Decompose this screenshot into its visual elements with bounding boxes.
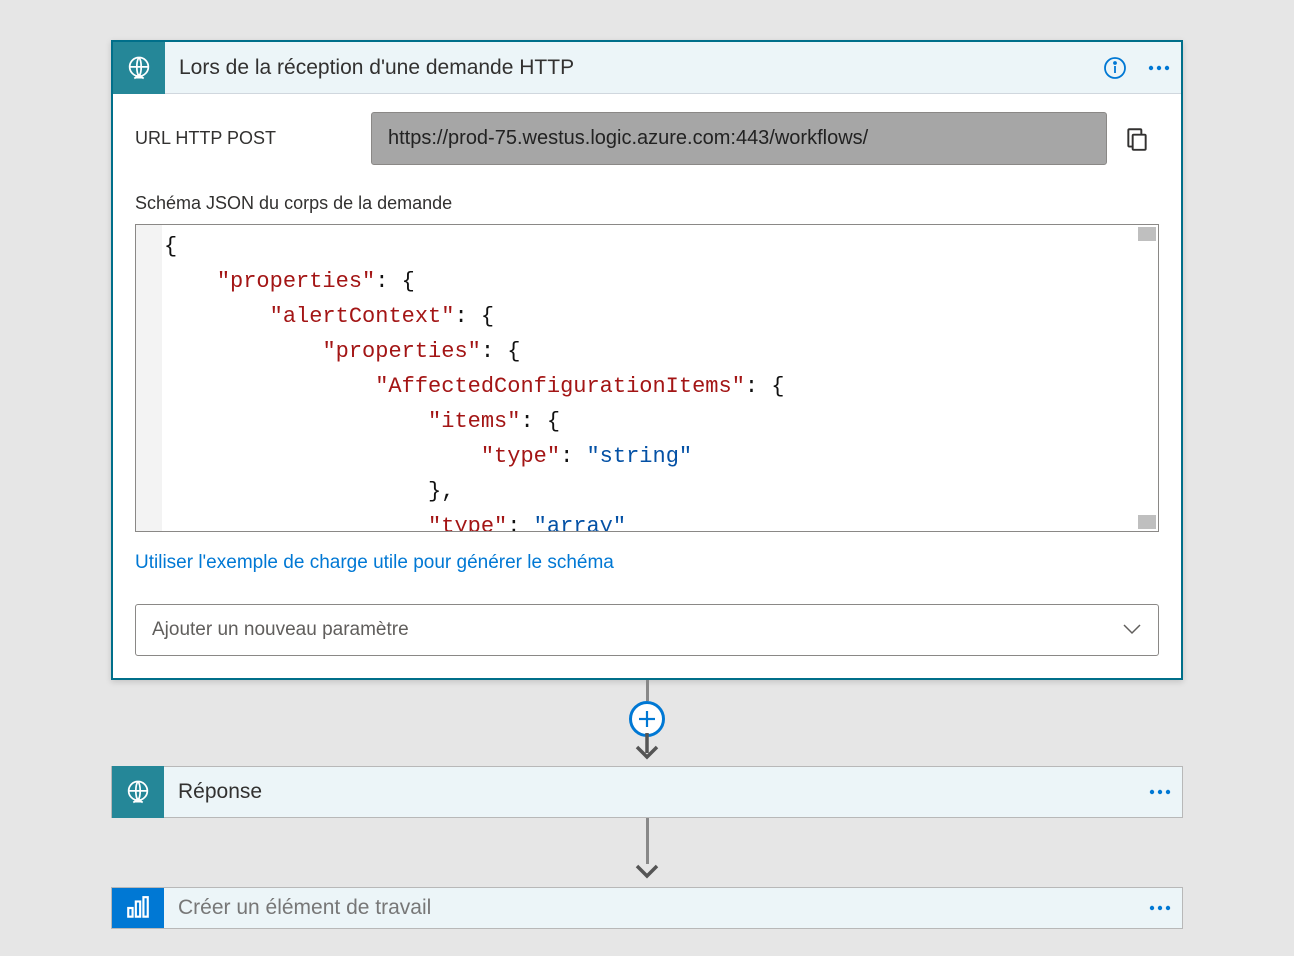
add-parameter-dropdown[interactable]: Ajouter un nouveau paramètre — [135, 604, 1159, 656]
trigger-card: Lors de la réception d'une demande HTTP … — [111, 40, 1183, 680]
tok-brace: { — [164, 234, 177, 259]
tok-type: "type" — [481, 444, 560, 469]
scroll-up-icon[interactable] — [1138, 227, 1156, 241]
trigger-title: Lors de la réception d'une demande HTTP — [165, 56, 1093, 80]
response-title: Réponse — [164, 780, 1138, 804]
tok-properties2: "properties" — [322, 339, 480, 364]
more-icon[interactable] — [1138, 788, 1182, 796]
trigger-header[interactable]: Lors de la réception d'une demande HTTP — [113, 42, 1181, 94]
trigger-body: URL HTTP POST https://prod-75.westus.log… — [113, 94, 1181, 678]
devops-icon — [112, 887, 164, 929]
schema-label: Schéma JSON du corps de la demande — [135, 193, 1159, 214]
url-row: URL HTTP POST https://prod-75.westus.log… — [135, 112, 1159, 165]
info-icon[interactable] — [1093, 46, 1137, 90]
http-response-icon — [112, 766, 164, 818]
http-request-icon — [113, 42, 165, 94]
tok-cb: : { — [375, 269, 415, 294]
url-label: URL HTTP POST — [135, 128, 371, 149]
tok-colon: : — [507, 514, 533, 532]
arrow-down-icon — [632, 733, 662, 766]
add-param-placeholder: Ajouter un nouveau paramètre — [152, 619, 409, 640]
url-value-box[interactable]: https://prod-75.westus.logic.azure.com:4… — [371, 112, 1107, 165]
scroll-down-icon[interactable] — [1138, 515, 1156, 529]
tok-array: "array" — [534, 514, 626, 532]
more-icon[interactable] — [1137, 46, 1181, 90]
tok-items: "items" — [428, 409, 520, 434]
use-sample-payload-link[interactable]: Utiliser l'exemple de charge utile pour … — [135, 552, 1159, 574]
tok-string: "string" — [586, 444, 692, 469]
tok-properties: "properties" — [217, 269, 375, 294]
copy-icon[interactable] — [1115, 126, 1159, 152]
editor-gutter — [136, 225, 162, 531]
tok-colon: : — [560, 444, 586, 469]
tok-alertcontext: "alertContext" — [270, 304, 455, 329]
add-step-button[interactable] — [629, 701, 665, 737]
tok-cb: : { — [520, 409, 560, 434]
code-content: { "properties": { "alertContext": { "pro… — [164, 229, 785, 532]
tok-affected: "AffectedConfigurationItems" — [375, 374, 745, 399]
response-card[interactable]: Réponse — [111, 766, 1183, 818]
tok-cb: : { — [454, 304, 494, 329]
connector-line — [646, 818, 649, 864]
tok-type2: "type" — [428, 514, 507, 532]
chevron-down-icon — [1122, 619, 1142, 641]
workitem-title: Créer un élément de travail — [164, 896, 1138, 920]
tok-close: }, — [428, 479, 454, 504]
connector-line — [646, 680, 649, 701]
create-work-item-card[interactable]: Créer un élément de travail — [111, 887, 1183, 929]
tok-cb: : { — [481, 339, 521, 364]
tok-cb: : { — [745, 374, 785, 399]
arrow-down-icon — [632, 860, 662, 887]
more-icon[interactable] — [1138, 904, 1182, 912]
json-schema-editor[interactable]: { "properties": { "alertContext": { "pro… — [135, 224, 1159, 532]
